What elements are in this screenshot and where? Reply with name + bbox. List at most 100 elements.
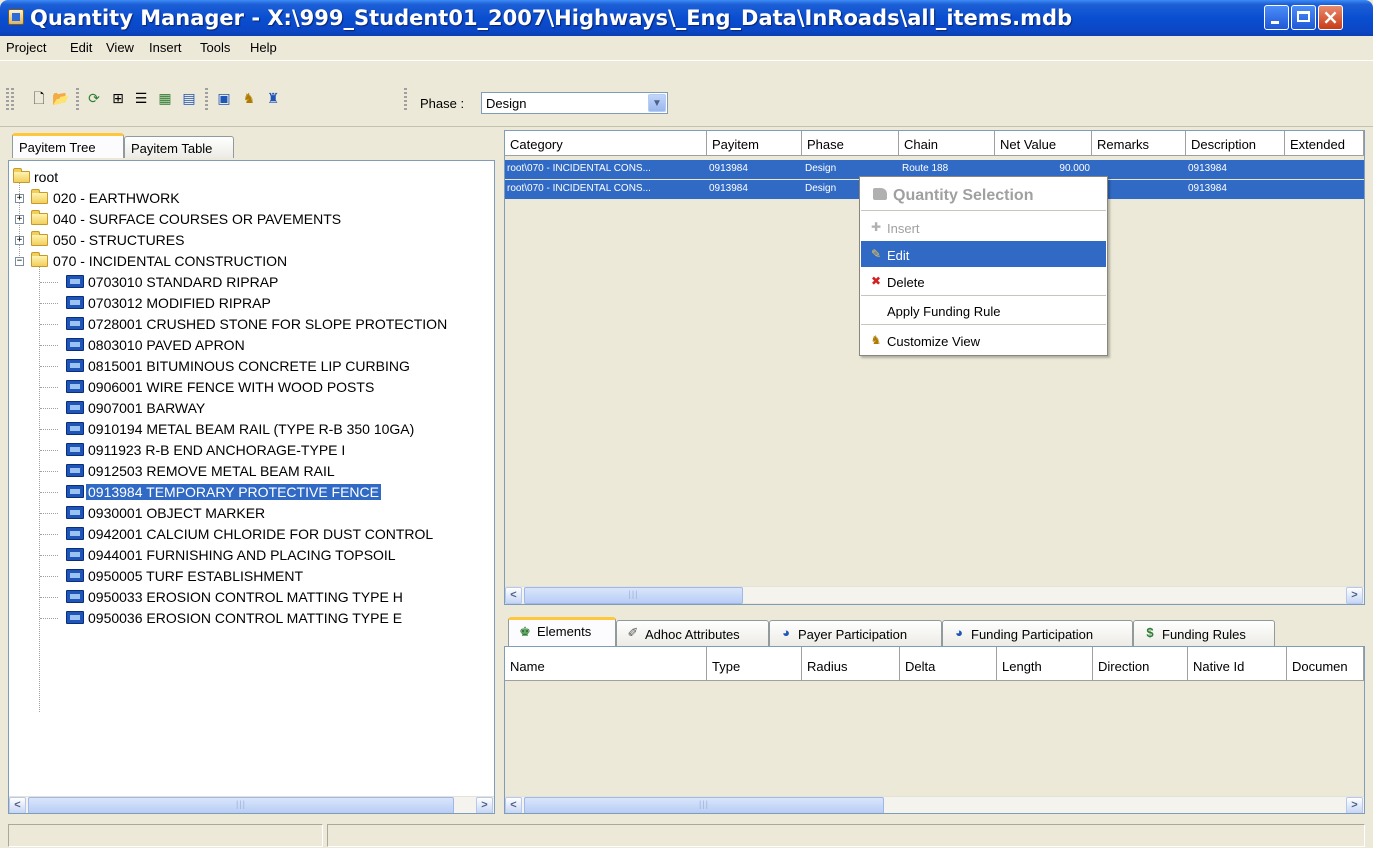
toolbar-grip xyxy=(404,88,407,110)
maximize-button[interactable] xyxy=(1291,5,1316,30)
payer-icon[interactable]: ♜ xyxy=(264,89,282,107)
menu-item-label: Delete xyxy=(887,275,925,290)
context-menu-header: Quantity Selection xyxy=(861,178,1106,209)
payitem-icon xyxy=(66,359,84,372)
cell-description: 0913984 xyxy=(1188,163,1227,174)
new-icon[interactable]: 🗋 xyxy=(30,89,48,107)
scroll-left-icon[interactable]: < xyxy=(9,797,26,813)
menu-view[interactable]: View xyxy=(106,40,134,55)
column-header-description[interactable]: Description xyxy=(1186,131,1285,156)
scroll-thumb[interactable] xyxy=(524,797,884,813)
add-payitem-icon[interactable]: ▤ xyxy=(180,89,198,107)
scroll-right-icon[interactable]: > xyxy=(1346,587,1363,604)
menu-project[interactable]: Project xyxy=(6,40,46,55)
close-button[interactable]: × xyxy=(1318,5,1343,30)
column-header-length[interactable]: Length xyxy=(997,647,1093,681)
expand-all-icon[interactable]: ⊞ xyxy=(109,89,127,107)
minimize-button[interactable] xyxy=(1264,5,1289,30)
tree-label: 0910194 METAL BEAM RAIL (TYPE R-B 350 10… xyxy=(88,421,415,437)
expand-icon[interactable]: + xyxy=(15,215,24,224)
payitem-tree[interactable]: root + 020 - EARTHWORK + 040 - SURFACE C… xyxy=(8,160,495,814)
context-menu-title: Quantity Selection xyxy=(893,187,1034,204)
column-header-radius[interactable]: Radius xyxy=(802,647,900,681)
tab-payer-participation[interactable]: ◕ Payer Participation xyxy=(769,620,942,646)
menu-item-customize-view[interactable]: ♞ Customize View xyxy=(861,327,1106,353)
status-bar xyxy=(0,820,1373,848)
tab-payitem-tree[interactable]: Payitem Tree xyxy=(12,133,124,158)
tab-adhoc-attributes[interactable]: ✐ Adhoc Attributes xyxy=(616,620,769,646)
column-header-remarks[interactable]: Remarks xyxy=(1092,131,1186,156)
column-header-chain[interactable]: Chain xyxy=(899,131,995,156)
menu-insert[interactable]: Insert xyxy=(149,40,182,55)
column-header-extended[interactable]: Extended xyxy=(1285,131,1364,156)
tab-payitem-table[interactable]: Payitem Table xyxy=(124,136,234,158)
elements-horizontal-scrollbar[interactable]: < > xyxy=(505,796,1364,813)
chevron-down-icon[interactable]: ▼ xyxy=(648,94,666,112)
menu-item-apply-funding-rule[interactable]: Apply Funding Rule xyxy=(861,297,1106,323)
column-header-name[interactable]: Name xyxy=(505,647,707,681)
tab-funding-rules[interactable]: $ Funding Rules xyxy=(1133,620,1275,646)
column-header-phase[interactable]: Phase xyxy=(802,131,899,156)
add-category-icon[interactable]: ▦ xyxy=(156,89,174,107)
column-header-native-id[interactable]: Native Id xyxy=(1188,647,1287,681)
column-header-type[interactable]: Type xyxy=(707,647,802,681)
scroll-left-icon[interactable]: < xyxy=(505,587,522,604)
app-icon xyxy=(8,9,24,25)
tree-label: 050 - STRUCTURES xyxy=(53,232,185,248)
scroll-thumb[interactable] xyxy=(524,587,743,604)
tree-label: 0728001 CRUSHED STONE FOR SLOPE PROTECTI… xyxy=(88,316,448,332)
menu-item-edit[interactable]: ✎ Edit xyxy=(861,241,1106,267)
column-header-payitem[interactable]: Payitem xyxy=(707,131,802,156)
menu-tools[interactable]: Tools xyxy=(200,40,230,55)
menu-separator xyxy=(861,324,1106,325)
menu-item-insert[interactable]: ✚ Insert xyxy=(861,214,1106,240)
expand-icon[interactable]: + xyxy=(15,194,24,203)
cell-phase: Design xyxy=(805,163,837,174)
payitem-icon xyxy=(66,338,84,351)
expand-icon[interactable]: + xyxy=(15,236,24,245)
tree-label: 0944001 FURNISHING AND PLACING TOPSOIL xyxy=(88,547,396,563)
tab-elements[interactable]: ♚ Elements xyxy=(508,617,616,646)
menu-help[interactable]: Help xyxy=(250,40,277,55)
toolbar-grip[interactable] xyxy=(11,88,14,110)
tab-label: Payitem Table xyxy=(131,141,213,156)
tree-label: root xyxy=(34,169,59,185)
toolbar-bottom-divider xyxy=(0,126,1373,127)
grid-horizontal-scrollbar[interactable]: < > xyxy=(505,586,1364,604)
funding-icon[interactable]: ♞ xyxy=(240,89,258,107)
tab-label: Funding Rules xyxy=(1162,627,1246,642)
column-header-net-value[interactable]: Net Value xyxy=(995,131,1092,156)
column-header-document[interactable]: Documen xyxy=(1287,647,1364,681)
customize-view-icon: ♞ xyxy=(870,333,882,347)
title-bar[interactable]: Quantity Manager - X:\999_Student01_2007… xyxy=(0,0,1373,36)
cell-category: root\070 - INCIDENTAL CONS... xyxy=(507,163,651,174)
column-header-delta[interactable]: Delta xyxy=(900,647,997,681)
tab-funding-participation[interactable]: ◕ Funding Participation xyxy=(942,620,1133,646)
column-header-direction[interactable]: Direction xyxy=(1093,647,1188,681)
refresh-icon[interactable]: ⟳ xyxy=(85,89,103,107)
phase-dropdown[interactable]: Design ▼ xyxy=(481,92,668,114)
collapse-all-icon[interactable]: ☰ xyxy=(132,89,150,107)
scroll-right-icon[interactable]: > xyxy=(1346,797,1363,813)
report-icon[interactable]: ▣ xyxy=(215,89,233,107)
scroll-left-icon[interactable]: < xyxy=(505,797,522,813)
folder-icon xyxy=(31,189,48,204)
column-header-category[interactable]: Category xyxy=(505,131,707,156)
menu-item-delete[interactable]: ✖ Delete xyxy=(861,268,1106,294)
status-cell-right xyxy=(327,824,1365,847)
toolbar-grip[interactable] xyxy=(6,88,9,110)
elements-icon: ♚ xyxy=(519,624,531,639)
scroll-thumb[interactable] xyxy=(28,797,454,813)
elements-grid[interactable]: Name Type Radius Delta Length Direction … xyxy=(504,646,1365,814)
menu-edit[interactable]: Edit xyxy=(70,40,92,55)
payitem-icon xyxy=(66,275,84,288)
tree-label: 0907001 BARWAY xyxy=(88,400,206,416)
edit-icon: ✎ xyxy=(870,247,882,261)
tag-icon: ✐ xyxy=(627,625,639,640)
scroll-right-icon[interactable]: > xyxy=(476,797,493,813)
open-icon[interactable]: 📂 xyxy=(52,89,70,107)
payitem-icon xyxy=(66,422,84,435)
collapse-icon[interactable]: − xyxy=(15,257,24,266)
phase-value: Design xyxy=(486,96,527,111)
tree-horizontal-scrollbar[interactable]: < > xyxy=(9,796,494,813)
